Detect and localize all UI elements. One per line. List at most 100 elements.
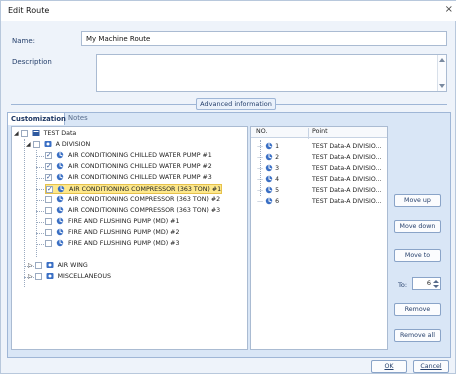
tree-label: FIRE AND FLUSHING PUMP (MD) #2 (68, 229, 180, 236)
remove-button[interactable]: Remove (394, 303, 441, 316)
tree-label: AIR CONDITIONING COMPRESSOR (363 TON) #2 (68, 196, 221, 203)
tree-checkbox[interactable] (45, 172, 52, 182)
tree-checkbox[interactable] (45, 217, 52, 225)
close-icon[interactable]: × (445, 4, 453, 15)
scroll-up-icon[interactable] (439, 58, 445, 62)
move-to-button[interactable]: Move to (394, 249, 441, 262)
tree-checkbox[interactable] (45, 206, 52, 214)
tree-node-air-wing[interactable]: ▷ AIR WING (28, 261, 88, 271)
tree-node-machine[interactable]: AIR CONDITIONING COMPRESSOR (363 TON) #3 (45, 206, 220, 216)
grid-row[interactable]: — 4 TEST Data-A DIVISIO... (251, 175, 387, 185)
edit-route-dialog: Edit Route × Name: My Machine Route Desc… (0, 0, 456, 374)
tab-notes[interactable]: Notes (65, 112, 95, 125)
tree-checkbox[interactable] (45, 150, 52, 160)
machine-icon (56, 239, 64, 247)
group-icon (44, 141, 52, 147)
tree-label: A DIVISION (55, 141, 91, 148)
machine-icon (56, 162, 64, 170)
column-header-no[interactable]: NO. (256, 128, 267, 135)
machine-icon (265, 197, 273, 205)
machine-icon (57, 185, 65, 193)
tree-node-machine-selected[interactable]: AIR CONDITIONING COMPRESSOR (363 TON) #1 (45, 184, 223, 194)
tree-label: AIR CONDITIONING CHILLED WATER PUMP #2 (68, 163, 212, 170)
column-header-point[interactable]: Point (312, 128, 328, 135)
description-input[interactable] (96, 54, 447, 92)
tree-node-machine[interactable]: FIRE AND FLUSHING PUMP (MD) #3 (45, 239, 179, 249)
row-point: TEST Data-A DIVISIO... (312, 198, 382, 205)
to-position-stepper[interactable]: 6 (412, 277, 441, 290)
tree-label: AIR CONDITIONING CHILLED WATER PUMP #3 (68, 174, 212, 181)
row-point: TEST Data-A DIVISIO... (312, 187, 382, 194)
row-point: TEST Data-A DIVISIO... (312, 176, 382, 183)
group-icon (46, 273, 54, 279)
cancel-button[interactable]: Cancel (413, 360, 449, 373)
machine-icon (56, 173, 64, 181)
row-point: TEST Data-A DIVISIO... (312, 154, 382, 161)
row-number: 1 (275, 143, 280, 150)
row-point: TEST Data-A DIVISIO... (312, 143, 382, 150)
machine-icon (265, 142, 273, 150)
tree-checkbox[interactable] (32, 140, 40, 148)
tree-checkbox[interactable] (45, 239, 52, 247)
machine-icon (265, 153, 273, 161)
row-number: 5 (275, 187, 280, 194)
spinner-arrows-icon[interactable] (433, 279, 439, 289)
tree-label: FIRE AND FLUSHING PUMP (MD) #3 (68, 240, 180, 247)
machine-icon (56, 217, 64, 225)
title-bar: Edit Route × (1, 1, 456, 21)
grid-row[interactable]: — 5 TEST Data-A DIVISIO... (251, 186, 387, 196)
tree-node-machine[interactable]: AIR CONDITIONING CHILLED WATER PUMP #1 (45, 150, 212, 161)
grid-row[interactable]: — 2 TEST Data-A DIVISIO... (251, 153, 387, 163)
grid-row[interactable]: — 6 TEST Data-A DIVISIO... (251, 197, 387, 207)
name-value: My Machine Route (86, 35, 151, 43)
tree-label: FIRE AND FLUSHING PUMP (MD) #1 (68, 218, 180, 225)
tree-label: AIR CONDITIONING COMPRESSOR (363 TON) #1 (69, 186, 222, 193)
machine-icon (265, 186, 273, 194)
row-number: 6 (275, 198, 280, 205)
to-label: To: (398, 281, 408, 289)
ok-button[interactable]: OK (371, 360, 407, 373)
description-label: Description (12, 58, 52, 66)
machine-icon (56, 228, 64, 236)
description-scrollbar[interactable] (437, 55, 446, 91)
tree-label: AIR WING (57, 262, 88, 269)
remove-all-button[interactable]: Remove all (394, 329, 441, 342)
tree-node-machine[interactable]: FIRE AND FLUSHING PUMP (MD) #1 (45, 217, 179, 227)
grid-row[interactable]: — 1 TEST Data-A DIVISIO... (251, 142, 387, 152)
tree-node-machine[interactable]: AIR CONDITIONING COMPRESSOR (363 TON) #2 (45, 195, 220, 205)
tree-checkbox[interactable] (20, 129, 28, 137)
tree-checkbox[interactable] (45, 228, 52, 236)
machine-icon (265, 164, 273, 172)
tree-node-machine[interactable]: AIR CONDITIONING CHILLED WATER PUMP #2 (45, 161, 212, 172)
row-point: TEST Data-A DIVISIO... (312, 165, 382, 172)
grid-header: NO. Point (251, 127, 387, 139)
scroll-down-icon[interactable] (439, 84, 445, 88)
tree-checkbox[interactable] (46, 184, 53, 194)
tab-customization[interactable]: Customization (7, 112, 66, 125)
tree-checkbox[interactable] (34, 272, 42, 280)
tree-label: MISCELLANEOUS (57, 273, 111, 280)
route-points-grid[interactable]: NO. Point — 1 TEST Data-A DIVISIO... — 2… (250, 126, 388, 350)
name-input[interactable]: My Machine Route (81, 31, 447, 46)
tree-checkbox[interactable] (45, 195, 52, 203)
tree-node-root[interactable]: ◢ TEST Data (14, 129, 76, 139)
row-number: 2 (275, 154, 280, 161)
database-icon (32, 130, 40, 136)
tree-node-machine[interactable]: AIR CONDITIONING CHILLED WATER PUMP #3 (45, 172, 212, 183)
tree-label: AIR CONDITIONING CHILLED WATER PUMP #1 (68, 152, 212, 159)
tree-checkbox[interactable] (34, 261, 42, 269)
grid-row[interactable]: — 3 TEST Data-A DIVISIO... (251, 164, 387, 174)
tree-label: TEST Data (43, 130, 77, 137)
tree-checkbox[interactable] (45, 161, 52, 171)
machine-tree[interactable]: ◢ TEST Data ◢ A DIVISION AIR CONDITIONIN… (11, 126, 248, 350)
tree-label: AIR CONDITIONING COMPRESSOR (363 TON) #3 (68, 207, 221, 214)
tree-node-machine[interactable]: FIRE AND FLUSHING PUMP (MD) #2 (45, 228, 179, 238)
move-down-button[interactable]: Move down (394, 220, 441, 233)
tree-node-division[interactable]: ◢ A DIVISION (26, 140, 90, 150)
row-number: 4 (275, 176, 280, 183)
move-up-button[interactable]: Move up (394, 194, 441, 207)
machine-icon (265, 175, 273, 183)
advanced-information-button[interactable]: Advanced information (196, 98, 276, 110)
tree-node-miscellaneous[interactable]: ▷ MISCELLANEOUS (28, 272, 111, 282)
to-value: 6 (426, 279, 431, 287)
